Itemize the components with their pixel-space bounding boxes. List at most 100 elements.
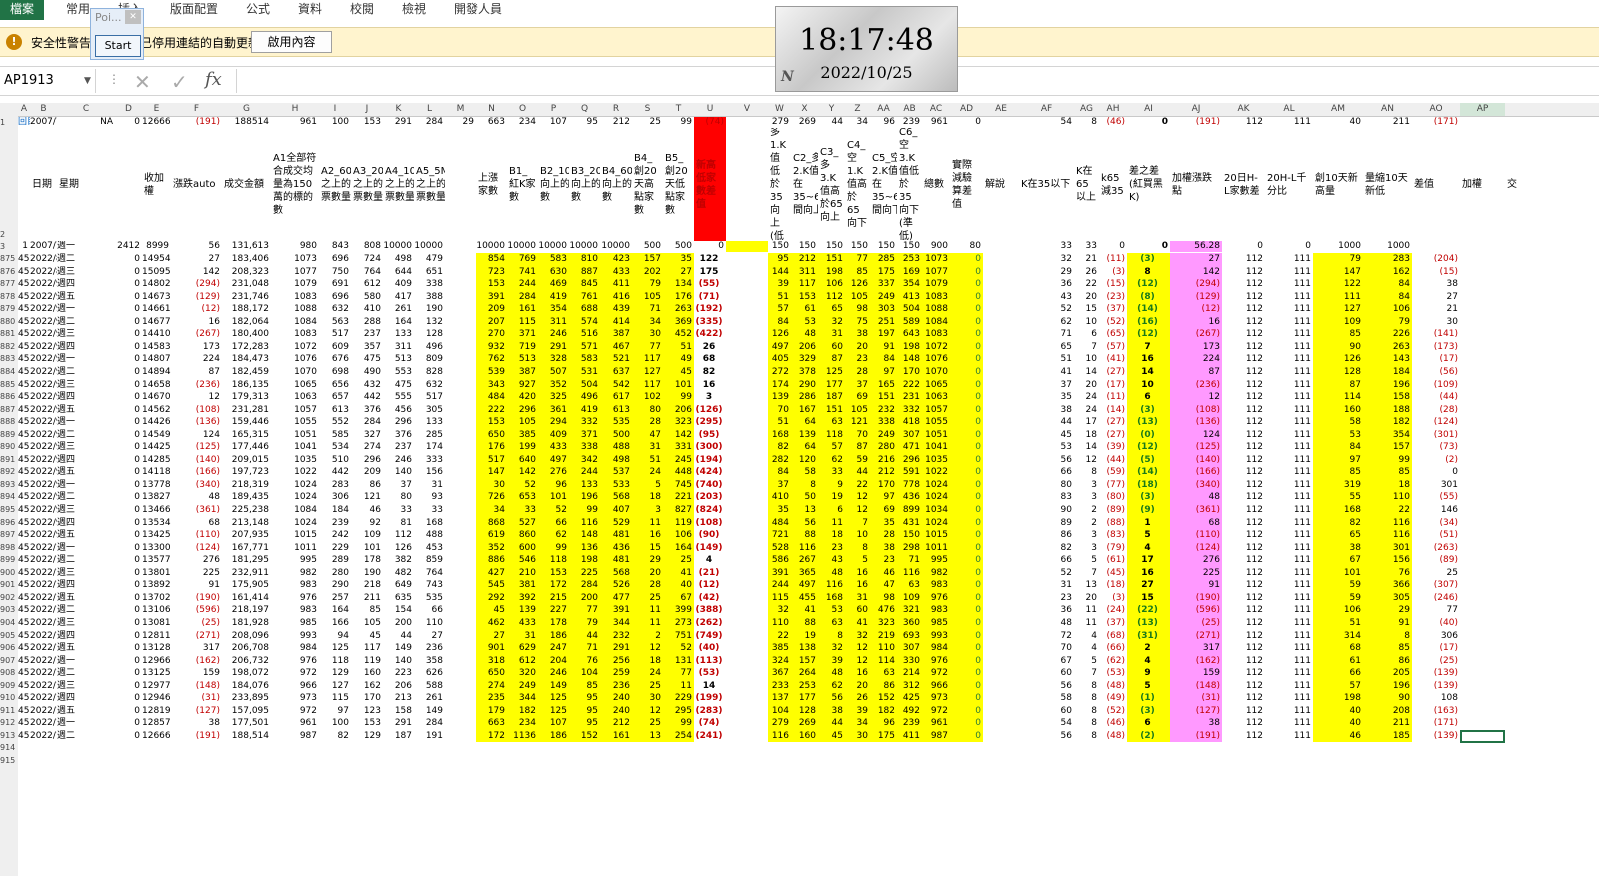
- data-cell-af[interactable]: 48: [1019, 617, 1074, 630]
- data-cell-aa[interactable]: 46: [870, 567, 897, 580]
- data-cell-aa[interactable]: 249: [870, 429, 897, 442]
- data-cell-i[interactable]: 229: [319, 542, 351, 555]
- data-cell-a[interactable]: 45: [18, 579, 30, 592]
- data-cell-ah[interactable]: (27): [1099, 416, 1127, 429]
- row3-cell[interactable]: 10000: [569, 241, 600, 252]
- data-cell-aj[interactable]: (125): [1170, 441, 1222, 454]
- data-cell-o[interactable]: 769: [507, 253, 538, 266]
- data-cell-al[interactable]: 111: [1265, 379, 1313, 392]
- data-cell-r2[interactable]: 488: [600, 441, 632, 454]
- data-cell-w[interactable]: 528: [768, 542, 791, 555]
- data-cell-z[interactable]: 41: [845, 617, 870, 630]
- data-cell-ao[interactable]: (301): [1412, 429, 1460, 442]
- data-cell-i[interactable]: 280: [319, 567, 351, 580]
- data-cell-an[interactable]: 91: [1363, 617, 1412, 630]
- data-cell-ao[interactable]: (55): [1412, 491, 1460, 504]
- data-cell-ah[interactable]: (52): [1099, 316, 1127, 329]
- data-cell-g[interactable]: 175,905: [222, 579, 271, 592]
- data-cell-r2[interactable]: 391: [600, 604, 632, 617]
- data-cell-ab[interactable]: 436: [897, 491, 922, 504]
- data-cell-ag[interactable]: 11: [1074, 604, 1099, 617]
- data-cell-ai[interactable]: 4: [1127, 655, 1170, 668]
- data-cell-b[interactable]: 2022/9/13: [30, 366, 57, 379]
- data-cell-l[interactable]: 261: [414, 692, 445, 705]
- header-cell[interactable]: 差值: [1412, 128, 1460, 241]
- data-cell-r2[interactable]: 613: [600, 404, 632, 417]
- start-button[interactable]: Start: [95, 35, 141, 57]
- data-cell-p[interactable]: 149: [538, 680, 569, 693]
- data-cell-y[interactable]: 187: [818, 391, 845, 404]
- data-cell-af[interactable]: 51: [1019, 353, 1074, 366]
- data-cell-g[interactable]: 167,771: [222, 542, 271, 555]
- data-cell-o[interactable]: 860: [507, 529, 538, 542]
- data-cell-k[interactable]: 498: [383, 253, 414, 266]
- data-cell-am[interactable]: 68: [1313, 642, 1363, 655]
- data-cell-aa[interactable]: 285: [870, 253, 897, 266]
- data-cell-af[interactable]: 41: [1019, 366, 1074, 379]
- data-cell-aa[interactable]: 28: [870, 529, 897, 542]
- data-cell-f[interactable]: 27: [171, 253, 222, 266]
- data-cell-b[interactable]: 2022/10/25: [30, 730, 57, 743]
- ribbon-tab-8[interactable]: 開發人員: [454, 0, 502, 20]
- data-cell-ag[interactable]: 26: [1074, 266, 1099, 279]
- data-cell-x[interactable]: 311: [791, 266, 818, 279]
- data-cell-r2[interactable]: 481: [600, 529, 632, 542]
- data-cell-ai[interactable]: 5: [1127, 529, 1170, 542]
- data-cell-f[interactable]: (31): [171, 692, 222, 705]
- data-cell-b[interactable]: 2022/10/24: [30, 717, 57, 730]
- data-cell-aj[interactable]: (162): [1170, 655, 1222, 668]
- data-cell-ah[interactable]: (41): [1099, 353, 1127, 366]
- data-cell-i[interactable]: 239: [319, 517, 351, 530]
- data-cell-ak[interactable]: 112: [1222, 567, 1265, 580]
- data-cell-ag[interactable]: 10: [1074, 316, 1099, 329]
- data-cell-e[interactable]: 13534: [142, 517, 171, 530]
- data-cell-aj[interactable]: (294): [1170, 278, 1222, 291]
- data-cell-y[interactable]: 62: [818, 454, 845, 467]
- data-cell-aj[interactable]: (127): [1170, 705, 1222, 718]
- data-cell-ak[interactable]: 112: [1222, 429, 1265, 442]
- header-cell[interactable]: A1全部符合成交均量為150萬的標的數: [271, 128, 319, 241]
- data-cell-x[interactable]: 61: [791, 303, 818, 316]
- data-cell-aa[interactable]: 35: [870, 517, 897, 530]
- data-cell-aa[interactable]: 91: [870, 341, 897, 354]
- data-cell-a[interactable]: 45: [18, 429, 30, 442]
- data-cell-u[interactable]: (40): [694, 642, 726, 655]
- data-cell-ag[interactable]: 17: [1074, 416, 1099, 429]
- row3-cell[interactable]: 1000: [1313, 241, 1363, 252]
- data-cell-aj[interactable]: 68: [1170, 517, 1222, 530]
- data-cell-q[interactable]: 148: [569, 529, 600, 542]
- data-cell-ai[interactable]: (18): [1127, 479, 1170, 492]
- data-cell-n[interactable]: 539: [476, 366, 507, 379]
- data-cell-b[interactable]: 2022/10/20: [30, 692, 57, 705]
- row1-cell[interactable]: 0: [950, 117, 983, 128]
- data-cell-j[interactable]: 153: [351, 717, 383, 730]
- data-cell-x[interactable]: 206: [791, 341, 818, 354]
- data-cell-k[interactable]: 112: [383, 529, 414, 542]
- data-cell-k[interactable]: 475: [383, 379, 414, 392]
- data-cell-af[interactable]: 90: [1019, 504, 1074, 517]
- data-cell-u[interactable]: (388): [694, 604, 726, 617]
- data-cell-w[interactable]: 244: [768, 579, 791, 592]
- data-cell-e[interactable]: 12666: [142, 730, 171, 743]
- data-cell-n[interactable]: 352: [476, 542, 507, 555]
- data-cell-y[interactable]: 151: [818, 253, 845, 266]
- header-cell[interactable]: K在65以上: [1074, 128, 1099, 241]
- data-cell-al[interactable]: 111: [1265, 429, 1313, 442]
- data-cell-ah[interactable]: (83): [1099, 529, 1127, 542]
- data-cell-ai[interactable]: (14): [1127, 466, 1170, 479]
- data-cell-ad[interactable]: 0: [950, 705, 983, 718]
- data-cell-ac[interactable]: 1015: [922, 529, 950, 542]
- data-cell-f[interactable]: 317: [171, 642, 222, 655]
- data-cell-al[interactable]: 111: [1265, 441, 1313, 454]
- data-cell-ai[interactable]: (5): [1127, 454, 1170, 467]
- data-cell-n[interactable]: 427: [476, 567, 507, 580]
- data-cell-an[interactable]: 226: [1363, 328, 1412, 341]
- data-cell-d[interactable]: 0: [115, 630, 142, 643]
- data-cell-q[interactable]: 104: [569, 667, 600, 680]
- data-cell-ag[interactable]: 11: [1074, 617, 1099, 630]
- data-cell-ac[interactable]: 972: [922, 667, 950, 680]
- data-cell-p[interactable]: 497: [538, 454, 569, 467]
- data-cell-ai[interactable]: (3): [1127, 705, 1170, 718]
- data-cell-am[interactable]: 61: [1313, 655, 1363, 668]
- data-cell-i[interactable]: 696: [319, 291, 351, 304]
